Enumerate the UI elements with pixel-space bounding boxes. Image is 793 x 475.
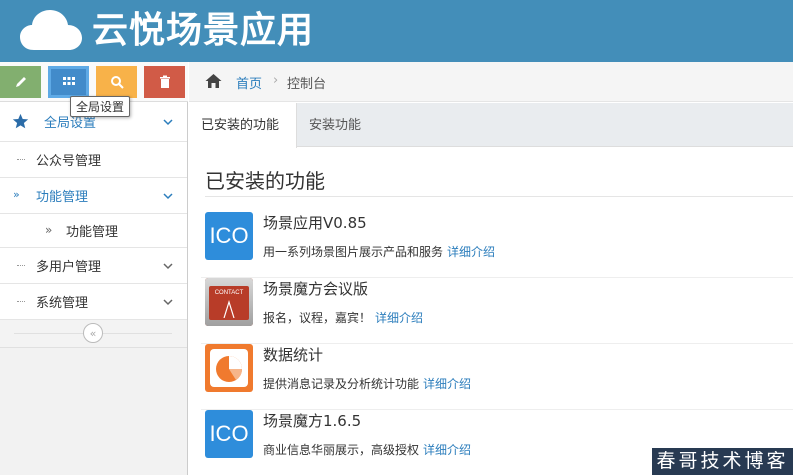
details-link[interactable]: 详细介绍	[447, 245, 495, 259]
sidebar-item-multi-user[interactable]: 多用户管理	[0, 248, 187, 284]
sidebar-subitem-feature-management[interactable]: » 功能管理	[0, 214, 187, 248]
cloud-icon	[20, 10, 82, 50]
contact-app-icon[interactable]: CONTACT	[205, 278, 253, 326]
app-icon[interactable]: ICO	[205, 410, 253, 458]
star-icon	[12, 113, 29, 129]
tab-install[interactable]: 安装功能	[297, 103, 373, 147]
sidebar: 全局设置 全局设置 公众号管理 » 功能管理 » 功能管理 多用户管理 系统管理…	[0, 62, 188, 475]
collapse-sidebar-button[interactable]: «	[83, 323, 103, 343]
double-chevron-right-icon: »	[45, 223, 53, 237]
tab-installed[interactable]: 已安装的功能	[189, 103, 297, 148]
chevron-down-icon	[163, 298, 173, 305]
app-list-item: 数据统计 提供消息记录及分析统计功能 详细介绍	[189, 344, 793, 410]
tab-bar: 已安装的功能 安装功能	[189, 103, 793, 148]
pie-chart-icon[interactable]	[205, 344, 253, 392]
chevron-down-icon	[163, 192, 173, 199]
sidebar-item-label: 系统管理	[36, 296, 89, 311]
main-content: 已安装的功能 ICO 场景应用V0.85 用一系列场景图片展示产品和服务 详细介绍…	[189, 148, 793, 475]
sidebar-item-system[interactable]: 系统管理	[0, 284, 187, 320]
sidebar-item-label: 多用户管理	[36, 260, 102, 275]
contact-icon-label: CONTACT	[214, 290, 244, 296]
breadcrumb: 首页 › 控制台	[189, 62, 793, 102]
search-icon	[110, 76, 124, 89]
details-link[interactable]: 详细介绍	[423, 377, 471, 391]
details-link[interactable]: 详细介绍	[423, 443, 471, 457]
app-name: 场景魔方1.6.5	[263, 412, 362, 430]
app-name: 场景应用V0.85	[263, 214, 367, 232]
breadcrumb-current: 控制台	[287, 77, 327, 92]
sidebar-item-feature-management[interactable]: » 功能管理	[0, 178, 187, 214]
grid-icon	[62, 77, 75, 85]
grid-shortcut-button[interactable]	[48, 66, 89, 98]
app-list-item: ICO 场景应用V0.85 用一系列场景图片展示产品和服务 详细介绍	[189, 212, 793, 278]
watermark: 春哥技术博客	[652, 448, 793, 475]
app-name: 数据统计	[263, 346, 324, 364]
app-description: 报名，议程，嘉宾！ 详细介绍	[263, 311, 424, 325]
details-link[interactable]: 详细介绍	[375, 311, 423, 325]
app-list-item: CONTACT 场景魔方会议版 报名，议程，嘉宾！ 详细介绍	[189, 278, 793, 344]
app-title: 云悦场景应用	[92, 10, 315, 51]
search-shortcut-button[interactable]	[96, 66, 137, 98]
home-icon[interactable]	[205, 73, 222, 89]
chevron-down-icon	[163, 118, 173, 125]
pencil-shortcut-button[interactable]	[0, 66, 41, 98]
app-description: 提供消息记录及分析统计功能 详细介绍	[263, 377, 472, 391]
shortcut-tooltip: 全局设置	[70, 96, 131, 117]
sidebar-collapse-bar: «	[0, 320, 187, 348]
pencil-icon	[15, 77, 26, 87]
app-header: 云悦场景应用	[0, 0, 793, 62]
double-chevron-right-icon: »	[13, 188, 20, 201]
breadcrumb-separator: ›	[273, 73, 279, 88]
app-name: 场景魔方会议版	[263, 280, 369, 298]
trash-icon	[159, 75, 170, 88]
chevron-down-icon	[163, 262, 173, 269]
double-chevron-left-icon: «	[89, 326, 97, 340]
sidebar-item-official-accounts[interactable]: 公众号管理	[0, 142, 187, 178]
sidebar-item-label: 功能管理	[36, 190, 89, 205]
trash-shortcut-button[interactable]	[144, 66, 185, 98]
app-description: 用一系列场景图片展示产品和服务 详细介绍	[263, 245, 496, 259]
app-description: 商业信息华丽展示，高级授权 详细介绍	[263, 443, 472, 457]
breadcrumb-home-link[interactable]: 首页	[236, 73, 262, 92]
sidebar-item-label: 公众号管理	[36, 154, 102, 169]
page-title: 已安装的功能	[205, 169, 325, 193]
sidebar-item-label: 功能管理	[66, 225, 119, 240]
app-icon[interactable]: ICO	[205, 212, 253, 260]
